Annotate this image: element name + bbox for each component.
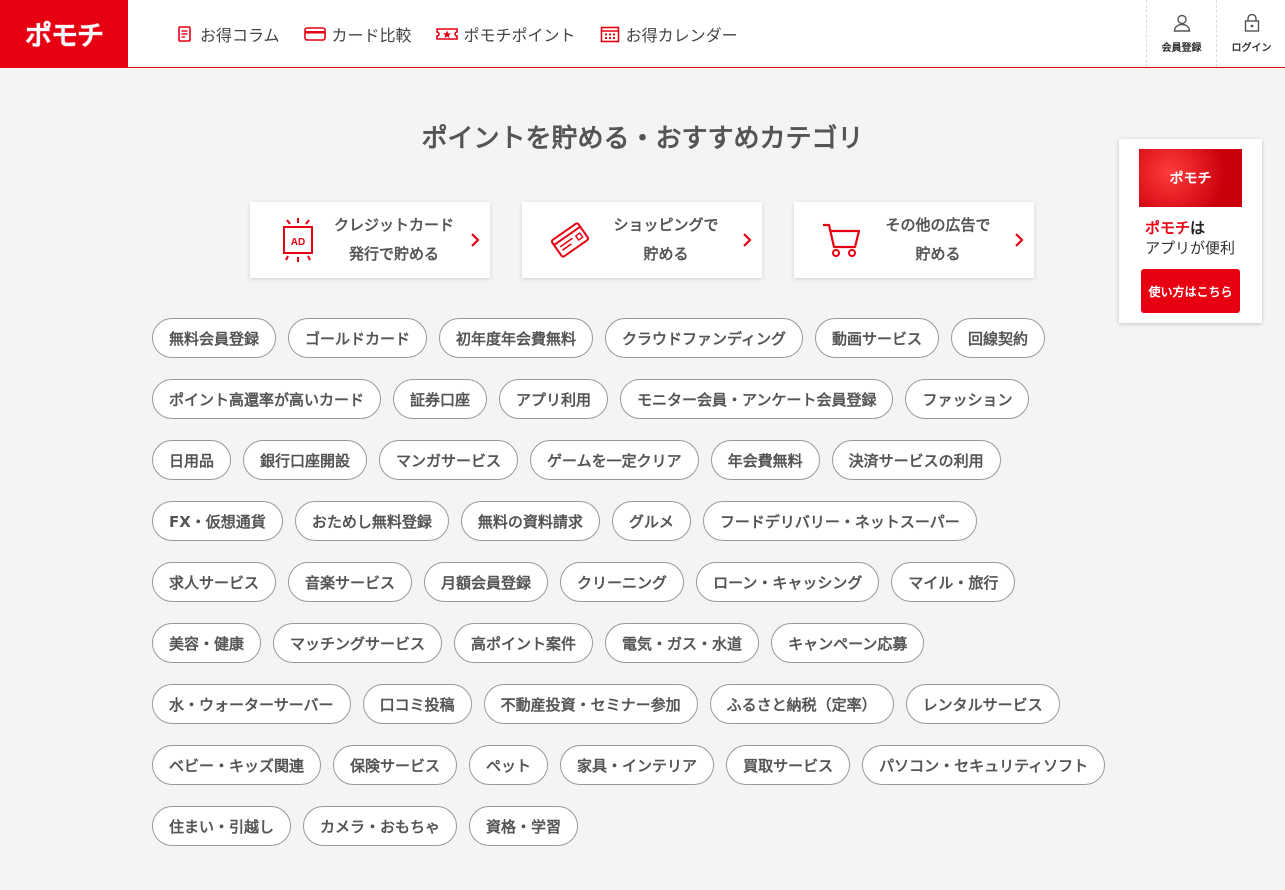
category-tag[interactable]: 口コミ投稿 (362, 684, 472, 724)
app-promo-line2: アプリが便利 (1145, 239, 1236, 257)
app-promo-image-text: ポモチ (1169, 171, 1212, 187)
category-tag[interactable]: 不動産投資・セミナー参加 (483, 684, 698, 724)
feature-card-credit-label: クレジットカード 発行で貯める (333, 216, 454, 263)
credit-card-icon (550, 222, 590, 258)
category-tag[interactable]: マンガサービス (379, 440, 519, 480)
category-tag[interactable]: 高ポイント案件 (454, 623, 594, 663)
main-nav: お得コラム カード比較 ポモチポイント お得カレンダー (176, 0, 762, 67)
category-tag[interactable]: 動画サービス (815, 318, 940, 358)
category-tag[interactable]: クリーニング (560, 562, 685, 602)
category-tag[interactable]: ポイント高還率が高いカード (152, 379, 382, 419)
app-promo-line1: ポモチは (1145, 217, 1205, 238)
category-tag[interactable]: グルメ (611, 501, 691, 541)
category-tag[interactable]: 電気・ガス・水道 (605, 623, 760, 663)
login-label: ログイン (1231, 43, 1272, 54)
category-tag[interactable]: 証券口座 (393, 379, 488, 419)
category-tag[interactable]: マイル・旅行 (891, 562, 1016, 602)
category-tag[interactable]: 月額会員登録 (424, 562, 549, 602)
user-icon (1173, 14, 1190, 32)
nav-calendar[interactable]: お得カレンダー (600, 22, 738, 46)
category-tag[interactable]: クラウドファンディング (605, 318, 803, 358)
category-tag[interactable]: ゴールドカード (288, 318, 428, 358)
feature-card-shopping[interactable]: ショッピングで 貯める (522, 202, 762, 278)
category-tag[interactable]: カメラ・おもちゃ (303, 806, 458, 846)
category-tag[interactable]: おためし無料登録 (294, 501, 449, 541)
register-button[interactable]: 会員登録 (1146, 0, 1216, 67)
category-tag[interactable]: マッチングサービス (273, 623, 443, 663)
category-tag-list: 無料会員登録 ゴールドカード 初年度年会費無料 クラウドファンディング 動画サービス 回線… (152, 318, 1112, 846)
category-tag[interactable]: 日用品 (152, 440, 232, 480)
app-promo-line1-suffix: は (1190, 219, 1206, 237)
category-tag[interactable]: フードデリバリー・ネットスーパー (702, 501, 977, 541)
category-tag[interactable]: 資格・学習 (469, 806, 579, 846)
category-tag[interactable]: 初年度年会費無料 (439, 318, 594, 358)
category-tag[interactable]: 求人サービス (152, 562, 277, 602)
category-tag[interactable]: 銀行口座開設 (243, 440, 368, 480)
chevron-right-icon (743, 233, 752, 247)
category-tag[interactable]: 音楽サービス (288, 562, 413, 602)
ad-icon: AD (283, 218, 313, 262)
category-tag[interactable]: FX・仮想通貨 (152, 501, 283, 541)
category-tag[interactable]: 決済サービスの利用 (831, 440, 1001, 480)
column-icon (178, 25, 191, 42)
svg-text:AD: AD (291, 237, 305, 248)
category-tag[interactable]: 無料の資料請求 (460, 501, 600, 541)
app-promo-brand: ポモチ (1145, 219, 1191, 237)
page-title: ポイントを貯める・おすすめカテゴリ (421, 124, 864, 154)
lock-icon (1244, 13, 1259, 32)
category-tag[interactable]: 住まい・引越し (152, 806, 292, 846)
category-tag[interactable]: ゲームを一定クリア (530, 440, 699, 480)
category-tag[interactable]: ファッション (905, 379, 1030, 419)
category-tag[interactable]: 美容・健康 (152, 623, 262, 663)
category-tag[interactable]: 家具・インテリア (560, 745, 715, 785)
nav-pomochi-point[interactable]: ポモチポイント (435, 22, 576, 46)
site-logo[interactable]: ポモチ (0, 0, 128, 67)
nav-column[interactable]: お得コラム (176, 22, 280, 46)
category-tag[interactable]: キャンペーン応募 (771, 623, 925, 663)
chevron-right-icon (471, 233, 480, 247)
nav-pomochi-point-label: ポモチポイント (463, 25, 576, 45)
card-icon (303, 26, 326, 41)
app-promo-panel: ポモチ ポモチは アプリが便利 使い方はこちら (1119, 139, 1262, 323)
category-tag[interactable]: 水・ウォーターサーバー (152, 684, 351, 724)
how-to-use-button[interactable]: 使い方はこちら (1141, 269, 1240, 313)
site-header: ポモチ お得コラム カード比較 ポモチポイント お得カレンダー 会員登録 ログイ… (0, 0, 1285, 68)
category-tag[interactable]: 無料会員登録 (152, 318, 277, 358)
category-tag[interactable]: 保険サービス (333, 745, 458, 785)
category-tag[interactable]: 年会費無料 (710, 440, 820, 480)
feature-card-other-ads-label: その他の広告で 貯める (885, 216, 991, 263)
category-tag[interactable]: 回線契約 (951, 318, 1046, 358)
feature-card-credit[interactable]: AD クレジットカード 発行で貯める (250, 202, 490, 278)
category-tag[interactable]: パソコン・セキュリティソフト (862, 745, 1106, 785)
feature-card-shopping-label: ショッピングで 貯める (613, 216, 719, 263)
category-tag[interactable]: アプリ利用 (499, 379, 609, 419)
feature-card-other-ads[interactable]: その他の広告で 貯める (794, 202, 1034, 278)
category-tag[interactable]: レンタルサービス (905, 684, 1060, 724)
nav-card-compare-label: カード比較 (331, 25, 412, 45)
ticket-icon (435, 27, 458, 40)
login-button[interactable]: ログイン (1216, 0, 1285, 67)
nav-card-compare[interactable]: カード比較 (303, 22, 412, 46)
category-tag[interactable]: ふるさと納税（定率） (709, 684, 894, 724)
app-promo-image[interactable]: ポモチ (1139, 149, 1242, 207)
category-tag[interactable]: ベビー・キッズ関連 (152, 745, 322, 785)
category-tag[interactable]: 買取サービス (726, 745, 851, 785)
category-tag[interactable]: ペット (469, 745, 549, 785)
category-tag[interactable]: ローン・キャッシング (696, 562, 880, 602)
chevron-right-icon (1015, 233, 1024, 247)
cart-icon (823, 223, 861, 257)
register-label: 会員登録 (1161, 43, 1202, 54)
calendar-icon (600, 26, 619, 42)
nav-calendar-label: お得カレンダー (625, 25, 738, 45)
nav-column-label: お得コラム (200, 25, 280, 45)
category-tag[interactable]: モニター会員・アンケート会員登録 (620, 379, 894, 419)
